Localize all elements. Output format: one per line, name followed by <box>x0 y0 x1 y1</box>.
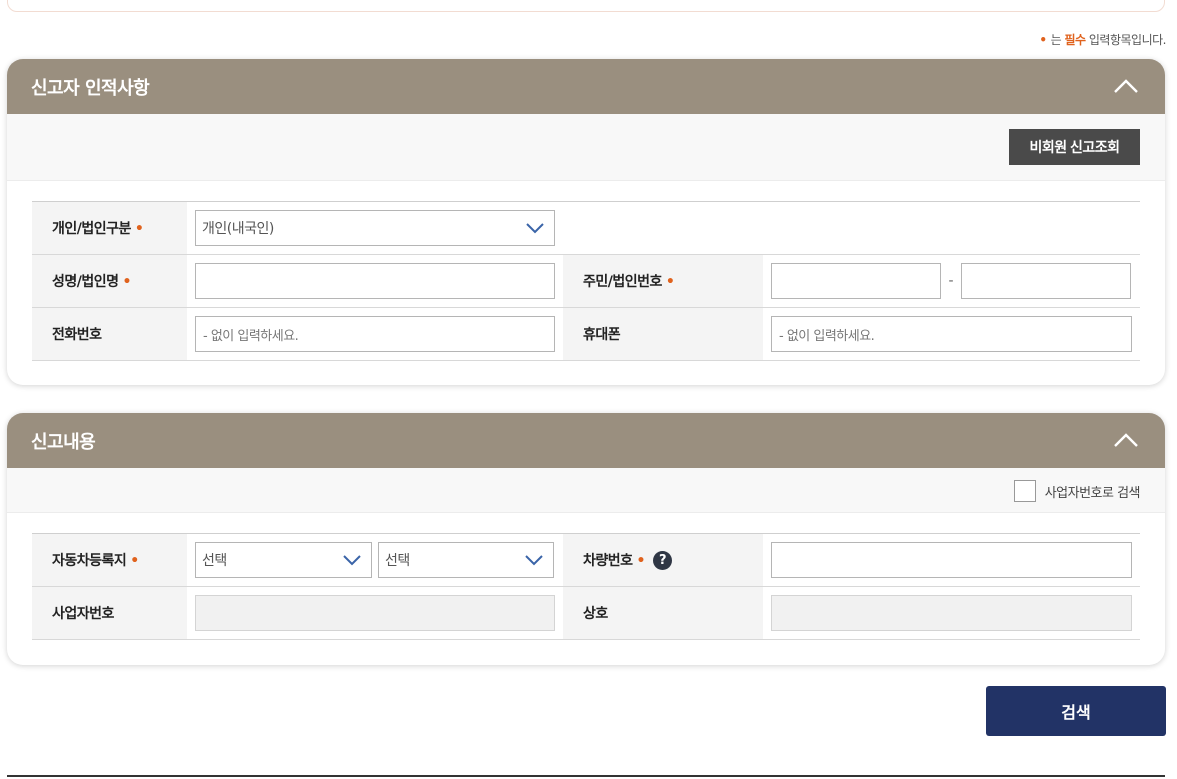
report-content-title: 신고내용 <box>31 431 96 453</box>
business-number-label: 사업자번호 <box>32 586 187 640</box>
search-button[interactable]: 검색 <box>986 686 1166 736</box>
reporter-info-panel: 신고자 인적사항 비회원 신고조회 개인/법인구분 • 개인(내국인) 성명/법인… <box>7 59 1165 385</box>
phone-label: 전화번호 <box>32 307 187 361</box>
region-province-select[interactable]: 선택 <box>195 542 372 578</box>
required-fields-note: • 는 필수 입력항목입니다. <box>1039 33 1166 47</box>
name-input[interactable] <box>195 263 555 299</box>
required-dot: • <box>122 274 132 290</box>
chevron-up-icon[interactable] <box>1113 76 1139 96</box>
required-dot: • <box>1039 33 1047 47</box>
id-number-second-input[interactable] <box>961 263 1131 299</box>
mobile-input[interactable]: - 없이 입력하세요. <box>771 316 1132 352</box>
table-row: 성명/법인명 • 주민/법인번호 • - <box>32 254 1140 308</box>
report-content-header[interactable]: 신고내용 <box>7 413 1165 468</box>
reporter-toolbar: 비회원 신고조회 <box>7 114 1165 181</box>
required-word: 필수 <box>1064 33 1086 47</box>
chevron-down-icon <box>343 555 361 566</box>
name-label: 성명/법인명 • <box>32 254 187 308</box>
required-dot: • <box>665 274 675 290</box>
required-dot: • <box>636 552 646 569</box>
company-name-input <box>771 595 1132 631</box>
company-name-label: 상호 <box>563 586 763 640</box>
table-row: 사업자번호 상호 <box>32 586 1140 640</box>
business-number-input <box>195 595 555 631</box>
phone-input[interactable]: - 없이 입력하세요. <box>195 316 555 352</box>
plate-number-label: 차량번호 •? <box>563 533 763 587</box>
table-row: 개인/법인구분 • 개인(내국인) <box>32 201 1140 255</box>
vehicle-region-label: 자동차등록지 • <box>32 533 187 587</box>
chevron-down-icon <box>525 555 543 566</box>
mobile-label: 휴대폰 <box>563 307 763 361</box>
report-content-panel: 신고내용 사업자번호로 검색 자동차등록지 • 선택 선택 차량번호 • ? 사… <box>7 413 1165 665</box>
id-number-label: 주민/법인번호 • <box>563 254 763 308</box>
guest-report-lookup-button[interactable]: 비회원 신고조회 <box>1009 129 1140 165</box>
region-city-select[interactable]: 선택 <box>378 542 554 578</box>
business-number-search-checkbox[interactable] <box>1013 480 1036 502</box>
table-row: 전화번호 - 없이 입력하세요. 휴대폰 - 없이 입력하세요. <box>32 307 1140 361</box>
plate-number-input[interactable] <box>771 542 1132 578</box>
reporter-form-table: 개인/법인구분 • 개인(내국인) 성명/법인명 • 주민/법인번호 • - 전화 <box>32 201 1140 361</box>
person-type-select[interactable]: 개인(내국인) <box>195 210 555 246</box>
chevron-up-icon[interactable] <box>1113 430 1139 450</box>
business-number-search-label: 사업자번호로 검색 <box>1044 485 1141 501</box>
report-content-form-table: 자동차등록지 • 선택 선택 차량번호 •? 사업자번호 상호 <box>32 533 1140 640</box>
reporter-info-header[interactable]: 신고자 인적사항 <box>7 59 1165 114</box>
help-icon[interactable]: ? <box>652 551 672 571</box>
id-separator: - <box>948 273 954 289</box>
table-row: 자동차등록지 • 선택 선택 차량번호 •? <box>32 533 1140 587</box>
bottom-divider <box>7 775 1165 777</box>
business-number-search-option[interactable]: 사업자번호로 검색 <box>1013 480 1141 502</box>
chevron-down-icon <box>526 223 544 234</box>
previous-section-edge <box>7 0 1165 12</box>
required-dot: • <box>134 221 144 237</box>
person-type-label: 개인/법인구분 • <box>32 201 187 255</box>
id-number-first-input[interactable] <box>771 263 941 299</box>
required-dot: • <box>130 553 139 569</box>
reporter-info-title: 신고자 인적사항 <box>31 77 150 99</box>
report-content-toolbar: 사업자번호로 검색 <box>7 468 1165 513</box>
